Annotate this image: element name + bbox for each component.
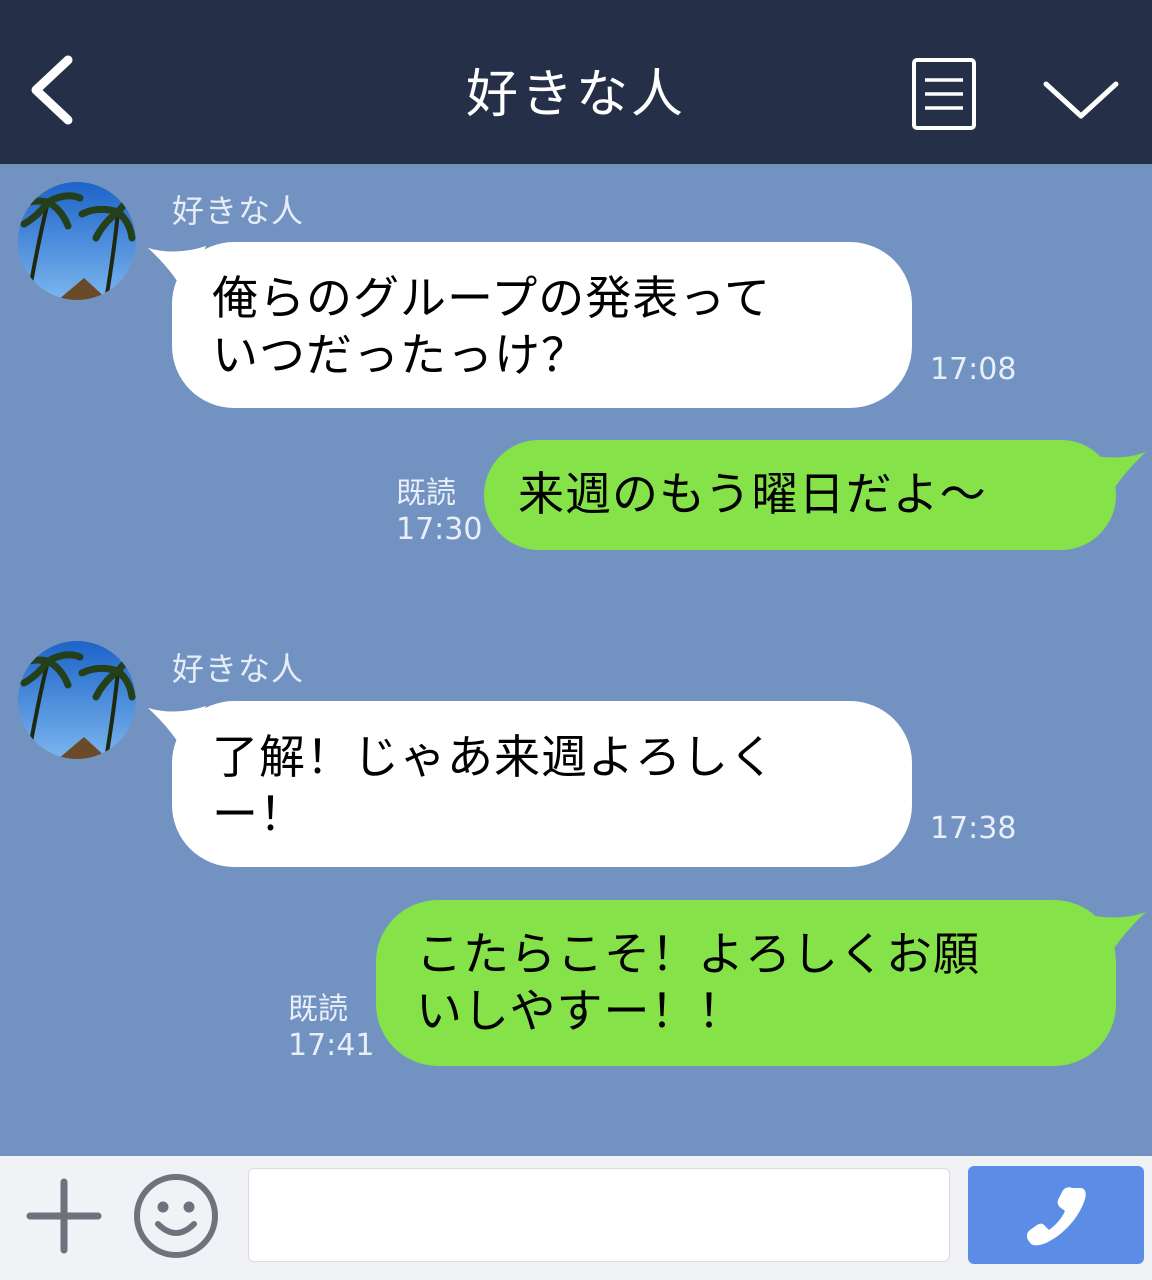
read-receipt: 既読 <box>288 992 348 1027</box>
message-text: 俺らのグループの発表って <box>212 271 771 325</box>
plus-icon[interactable] <box>26 1178 102 1254</box>
smiley-icon[interactable] <box>132 1172 220 1260</box>
message-meta: 既読 17:41 <box>288 992 374 1064</box>
message-text: いしやすー！！ <box>416 984 745 1038</box>
message-text: 了解！じゃあ来週よろしく <box>212 730 776 784</box>
message-bubble-incoming[interactable]: 俺らのグループの発表って いつだったっけ？ <box>172 242 912 408</box>
sender-name: 好きな人 <box>172 192 305 230</box>
message-time: 17:38 <box>930 811 1017 846</box>
message-text: ー！ <box>212 787 306 841</box>
message-bubble-incoming[interactable]: 了解！じゃあ来週よろしく ー！ <box>172 701 912 867</box>
message-input[interactable] <box>248 1168 950 1262</box>
read-receipt: 既読 <box>396 476 456 511</box>
message-time: 17:41 <box>288 1028 375 1063</box>
contact-avatar[interactable] <box>18 182 136 300</box>
back-chevron-icon[interactable] <box>20 50 90 130</box>
chevron-down-icon[interactable] <box>1040 70 1122 126</box>
message-text: 来週のもう曜日だよ〜 <box>518 467 987 521</box>
message-text: いつだったっけ？ <box>212 328 588 382</box>
menu-list-icon[interactable] <box>910 56 978 132</box>
chat-header: 好きな人 <box>0 0 1152 164</box>
message-time: 17:08 <box>930 352 1017 387</box>
contact-avatar[interactable] <box>18 641 136 759</box>
message-text: こたらこそ！よろしくお願 <box>416 927 980 981</box>
sender-name: 好きな人 <box>172 650 305 688</box>
message-bubble-outgoing[interactable]: 来週のもう曜日だよ〜 <box>484 440 1116 550</box>
message-time: 17:30 <box>396 512 483 547</box>
phone-icon <box>1026 1187 1086 1246</box>
call-button[interactable] <box>968 1166 1144 1264</box>
message-meta: 既読 17:30 <box>396 476 482 548</box>
chat-title: 好きな人 <box>465 65 686 125</box>
message-bubble-outgoing[interactable]: こたらこそ！よろしくお願 いしやすー！！ <box>376 900 1116 1066</box>
